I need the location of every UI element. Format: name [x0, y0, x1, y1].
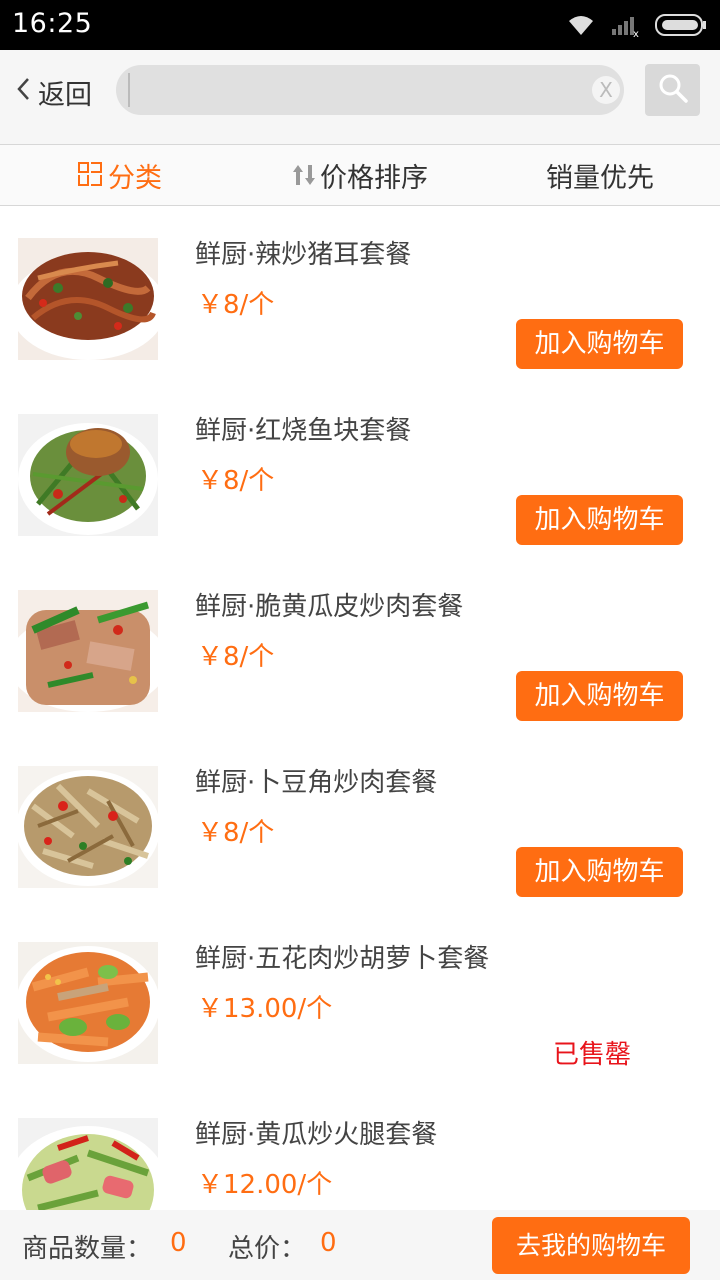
- go-to-cart-button[interactable]: 去我的购物车: [492, 1217, 690, 1274]
- add-to-cart-button[interactable]: 加入购物车: [516, 847, 683, 897]
- quantity-value: 0: [170, 1228, 187, 1258]
- product-name: 鲜厨·红烧鱼块套餐: [195, 416, 412, 446]
- status-bar: 16:25 x: [0, 0, 720, 50]
- product-name: 鲜厨·辣炒猪耳套餐: [195, 240, 412, 270]
- product-image: [18, 1118, 158, 1210]
- search-input[interactable]: [128, 73, 588, 107]
- filter-sales-label: 销量优先: [546, 162, 654, 194]
- list-item[interactable]: 鲜厨·红烧鱼块套餐 ￥8/个 加入购物车: [0, 388, 720, 564]
- filter-bar: 分类 价格排序 销量优先: [0, 144, 720, 206]
- add-to-cart-button[interactable]: 加入购物车: [516, 495, 683, 545]
- product-image: [18, 238, 158, 360]
- add-to-cart-button[interactable]: 加入购物车: [516, 671, 683, 721]
- header: 返回 X: [0, 50, 720, 144]
- wifi-icon: [566, 13, 596, 37]
- product-price: ￥12.00/个: [197, 1170, 333, 1200]
- product-name: 鲜厨·卜豆角炒肉套餐: [195, 768, 438, 798]
- search-box: X: [116, 65, 624, 115]
- back-label: 返回: [38, 79, 92, 111]
- back-button[interactable]: 返回: [16, 72, 92, 112]
- product-name: 鲜厨·五花肉炒胡萝卜套餐: [195, 944, 490, 974]
- list-item[interactable]: 鲜厨·五花肉炒胡萝卜套餐 ￥13.00/个 已售罄: [0, 916, 720, 1092]
- product-image: [18, 766, 158, 888]
- add-to-cart-button[interactable]: 加入购物车: [516, 319, 683, 369]
- filter-price-label: 价格排序: [320, 162, 428, 194]
- search-icon: [657, 72, 689, 108]
- filter-sales[interactable]: 销量优先: [480, 145, 720, 205]
- product-price: ￥8/个: [197, 642, 275, 672]
- signal-icon: x: [610, 13, 640, 37]
- product-list: 鲜厨·辣炒猪耳套餐 ￥8/个 加入购物车 鲜厨·红烧鱼块套餐 ￥8/个 加入购物…: [0, 212, 720, 1210]
- product-price: ￥8/个: [197, 466, 275, 496]
- sold-out-label: 已售罄: [553, 1040, 632, 1070]
- list-item[interactable]: 鲜厨·黄瓜炒火腿套餐 ￥12.00/个: [0, 1092, 720, 1210]
- product-image: [18, 942, 158, 1064]
- filter-category-label: 分类: [108, 162, 162, 194]
- svg-text:x: x: [633, 29, 639, 37]
- product-name: 鲜厨·黄瓜炒火腿套餐: [195, 1120, 438, 1150]
- product-price: ￥8/个: [197, 818, 275, 848]
- chevron-left-icon: [16, 76, 32, 109]
- list-item[interactable]: 鲜厨·辣炒猪耳套餐 ￥8/个 加入购物车: [0, 212, 720, 388]
- filter-category[interactable]: 分类: [0, 145, 240, 205]
- quantity-label: 商品数量：: [22, 1234, 153, 1264]
- list-item[interactable]: 鲜厨·脆黄瓜皮炒肉套餐 ￥8/个 加入购物车: [0, 564, 720, 740]
- filter-price-sort[interactable]: 价格排序: [240, 145, 480, 205]
- bottom-bar: 商品数量： 0 总价： 0 去我的购物车: [0, 1210, 720, 1280]
- list-item[interactable]: 鲜厨·卜豆角炒肉套餐 ￥8/个 加入购物车: [0, 740, 720, 916]
- search-button[interactable]: [645, 64, 700, 116]
- product-name: 鲜厨·脆黄瓜皮炒肉套餐: [195, 592, 464, 622]
- product-image: [18, 590, 158, 712]
- status-time: 16:25: [12, 8, 93, 39]
- product-image: [18, 414, 158, 536]
- grid-icon: [78, 162, 104, 188]
- product-price: ￥13.00/个: [197, 994, 333, 1024]
- clear-icon[interactable]: X: [592, 76, 620, 104]
- battery-icon: [654, 12, 708, 38]
- product-price: ￥8/个: [197, 290, 275, 320]
- status-icons: x: [566, 10, 708, 40]
- sort-icon: [292, 163, 316, 187]
- total-value: 0: [320, 1228, 337, 1258]
- total-label: 总价：: [228, 1234, 307, 1264]
